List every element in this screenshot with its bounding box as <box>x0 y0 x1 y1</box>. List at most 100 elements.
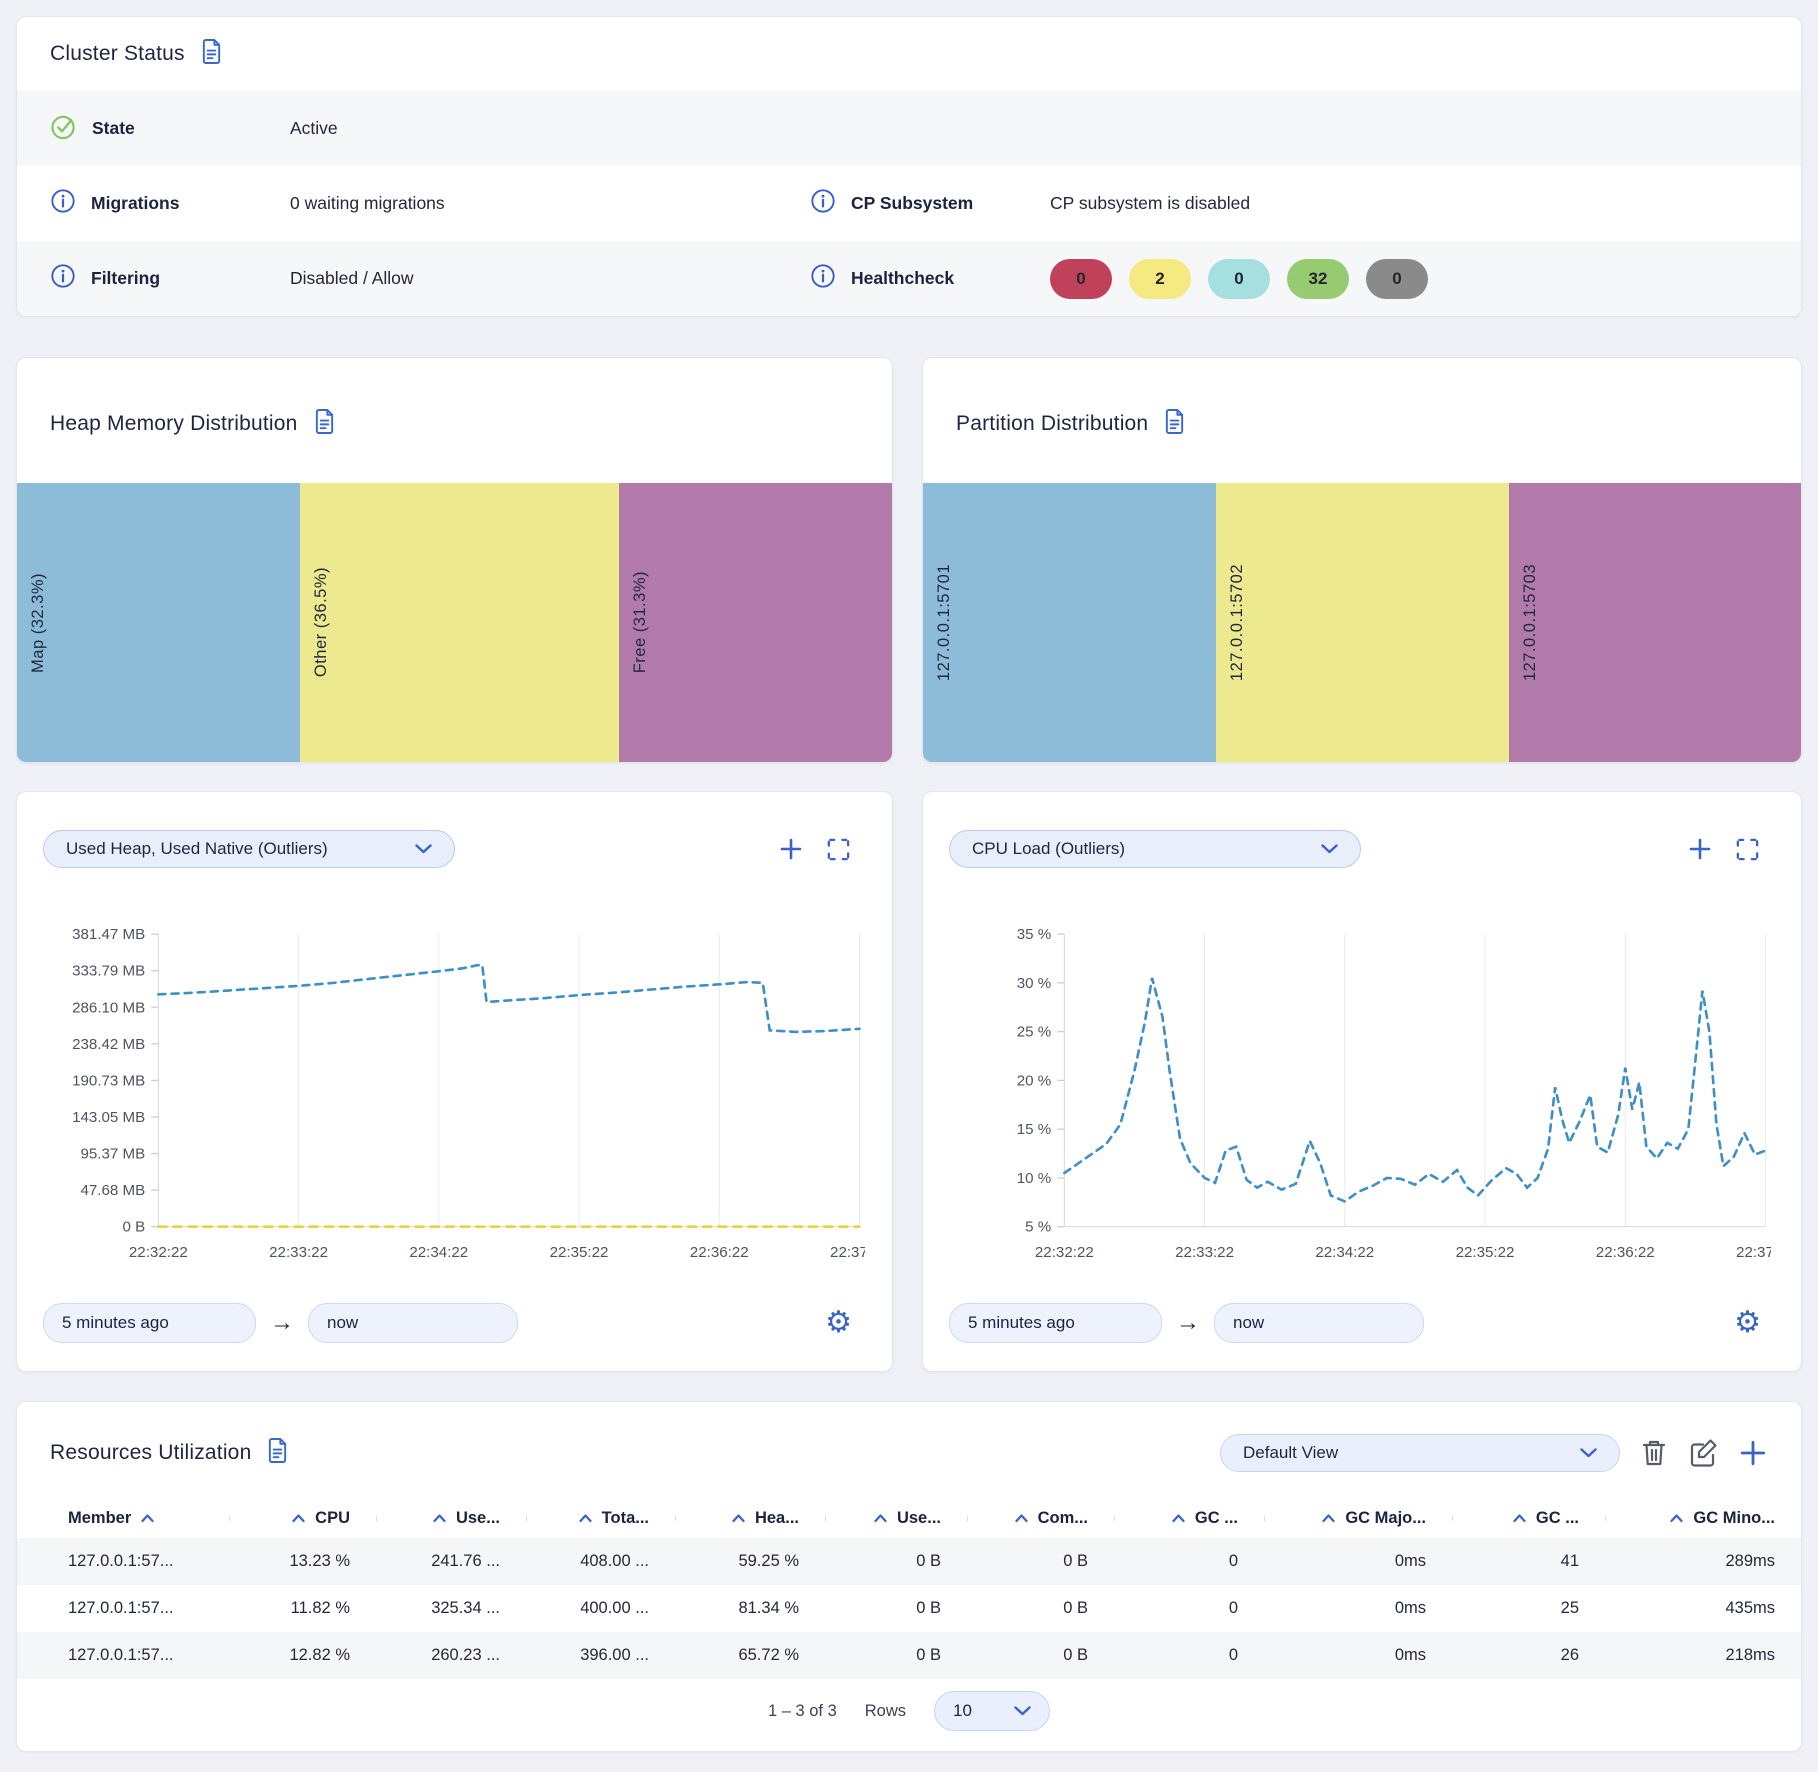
chart-metric-select[interactable]: Used Heap, Used Native (Outliers) <box>43 830 455 868</box>
svg-text:143.05 MB: 143.05 MB <box>72 1109 145 1126</box>
segment-label: 127.0.0.1:5703 <box>1521 564 1540 681</box>
add-view-button[interactable] <box>1738 1438 1768 1468</box>
svg-text:22:34:22: 22:34:22 <box>409 1244 468 1261</box>
cluster-row-migrations: Migrations 0 waiting migrations CP Subsy… <box>17 166 1801 241</box>
table-row[interactable]: 127.0.0.1:57...12.82 %260.23 ...396.00 .… <box>17 1632 1801 1679</box>
svg-text:30 %: 30 % <box>1017 975 1051 992</box>
rows-per-page-select[interactable]: 10 <box>934 1691 1050 1731</box>
svg-text:238.42 MB: 238.42 MB <box>72 1036 145 1053</box>
table-row[interactable]: 127.0.0.1:57...13.23 %241.76 ...408.00 .… <box>17 1538 1801 1585</box>
chart-settings-button[interactable]: ⚙ <box>1734 1308 1761 1338</box>
segment-label: Other (36.5%) <box>312 567 331 677</box>
arrow-right-icon: → <box>1176 1309 1200 1337</box>
chart-metric-select-value: Used Heap, Used Native (Outliers) <box>66 839 328 859</box>
resources-table: MemberCPUUse...Tota...Hea...Use...Com...… <box>17 1498 1801 1679</box>
document-icon[interactable] <box>313 408 336 440</box>
svg-text:22:37:22: 22:37:22 <box>1736 1244 1771 1261</box>
document-icon[interactable] <box>266 1437 289 1469</box>
info-circle-icon[interactable] <box>810 188 836 219</box>
column-header[interactable]: Hea... <box>675 1509 825 1528</box>
partition-distribution-title: Partition Distribution <box>956 412 1148 436</box>
metric-cell: 218ms <box>1605 1646 1801 1665</box>
metric-cell: 400.00 ... <box>526 1599 675 1618</box>
column-header[interactable]: CPU <box>229 1509 376 1528</box>
metric-cell: 25 <box>1452 1599 1605 1618</box>
svg-text:5 %: 5 % <box>1025 1219 1051 1236</box>
distribution-segment: 127.0.0.1:5703 <box>1509 483 1801 762</box>
rows-per-page-value: 10 <box>953 1701 972 1721</box>
metric-cell: 81.34 % <box>675 1599 825 1618</box>
cp-subsystem-label-group: CP Subsystem <box>810 188 1050 219</box>
svg-text:47.68 MB: 47.68 MB <box>80 1182 145 1199</box>
distribution-segment: 127.0.0.1:5701 <box>923 483 1216 762</box>
partition-distribution-card: Partition Distribution 127.0.0.1:5701127… <box>922 357 1802 763</box>
time-from-input[interactable] <box>43 1303 256 1343</box>
info-circle-icon[interactable] <box>810 263 836 294</box>
column-header[interactable]: GC Mino... <box>1605 1509 1801 1528</box>
chevron-down-icon <box>1321 839 1338 859</box>
metric-cell: 11.82 % <box>229 1599 376 1618</box>
state-label-group: State <box>50 113 290 145</box>
column-header[interactable]: Com... <box>967 1509 1114 1528</box>
svg-text:22:32:22: 22:32:22 <box>1035 1244 1094 1261</box>
svg-text:381.47 MB: 381.47 MB <box>72 926 145 943</box>
document-icon[interactable] <box>200 38 223 70</box>
table-row[interactable]: 127.0.0.1:57...11.82 %325.34 ...400.00 .… <box>17 1585 1801 1632</box>
metric-cell: 0 B <box>825 1646 967 1665</box>
time-to-input[interactable] <box>308 1303 518 1343</box>
edit-view-button[interactable] <box>1688 1438 1718 1468</box>
used-heap-chart-card: Used Heap, Used Native (Outliers) 22:32:… <box>16 791 893 1372</box>
document-icon[interactable] <box>1163 408 1186 440</box>
column-header[interactable]: Use... <box>376 1509 526 1528</box>
pagination-range: 1 – 3 of 3 <box>768 1702 837 1721</box>
distribution-segment: Other (36.5%) <box>300 483 619 762</box>
column-header-label: GC Mino... <box>1693 1509 1775 1528</box>
time-from-input[interactable] <box>949 1303 1162 1343</box>
svg-text:22:36:22: 22:36:22 <box>1596 1244 1655 1261</box>
column-header[interactable]: Member <box>17 1509 229 1528</box>
column-header[interactable]: GC ... <box>1452 1509 1605 1528</box>
resources-table-body: 127.0.0.1:57...13.23 %241.76 ...408.00 .… <box>17 1538 1801 1679</box>
migrations-label-group: Migrations <box>50 188 290 219</box>
column-header-label: Hea... <box>755 1509 799 1528</box>
column-header[interactable]: GC Majo... <box>1264 1509 1452 1528</box>
svg-text:22:35:22: 22:35:22 <box>1456 1244 1515 1261</box>
filtering-value: Disabled / Allow <box>290 268 810 289</box>
metric-cell: 13.23 % <box>229 1552 376 1571</box>
svg-text:286.10 MB: 286.10 MB <box>72 999 145 1016</box>
column-header[interactable]: GC ... <box>1114 1509 1264 1528</box>
distribution-segment: Free (31.3%) <box>619 483 892 762</box>
svg-text:333.79 MB: 333.79 MB <box>72 963 145 980</box>
sort-caret-icon <box>579 1514 592 1523</box>
svg-text:22:35:22: 22:35:22 <box>550 1244 609 1261</box>
sort-caret-icon <box>433 1514 446 1523</box>
expand-chart-button[interactable] <box>825 836 852 863</box>
svg-text:22:36:22: 22:36:22 <box>690 1244 749 1261</box>
column-header-label: GC Majo... <box>1345 1509 1426 1528</box>
metric-cell: 0ms <box>1264 1599 1452 1618</box>
cluster-row-filtering: Filtering Disabled / Allow Healthcheck 0… <box>17 241 1801 316</box>
info-circle-icon[interactable] <box>50 263 76 294</box>
cluster-status-title: Cluster Status <box>50 42 185 66</box>
member-cell: 127.0.0.1:57... <box>17 1646 229 1665</box>
column-header[interactable]: Use... <box>825 1509 967 1528</box>
cpu-load-chart: 22:32:2222:33:2222:34:2222:35:2222:36:22… <box>963 920 1771 1263</box>
column-header[interactable]: Tota... <box>526 1509 675 1528</box>
add-chart-button[interactable] <box>777 835 805 863</box>
segment-label: Map (32.3%) <box>29 573 48 673</box>
delete-view-button[interactable] <box>1640 1438 1668 1468</box>
sort-caret-icon <box>1015 1514 1028 1523</box>
chart-metric-select[interactable]: CPU Load (Outliers) <box>949 830 1361 868</box>
info-circle-icon[interactable] <box>50 188 76 219</box>
chart-settings-button[interactable]: ⚙ <box>825 1308 852 1338</box>
state-label: State <box>92 118 135 139</box>
time-to-input[interactable] <box>1214 1303 1424 1343</box>
metric-cell: 26 <box>1452 1646 1605 1665</box>
expand-chart-button[interactable] <box>1734 836 1761 863</box>
svg-text:22:34:22: 22:34:22 <box>1315 1244 1374 1261</box>
view-select[interactable]: Default View <box>1220 1434 1620 1472</box>
member-cell: 127.0.0.1:57... <box>17 1552 229 1571</box>
healthcheck-badge: 32 <box>1287 259 1349 299</box>
add-chart-button[interactable] <box>1686 835 1714 863</box>
distribution-segment: 127.0.0.1:5702 <box>1216 483 1508 762</box>
